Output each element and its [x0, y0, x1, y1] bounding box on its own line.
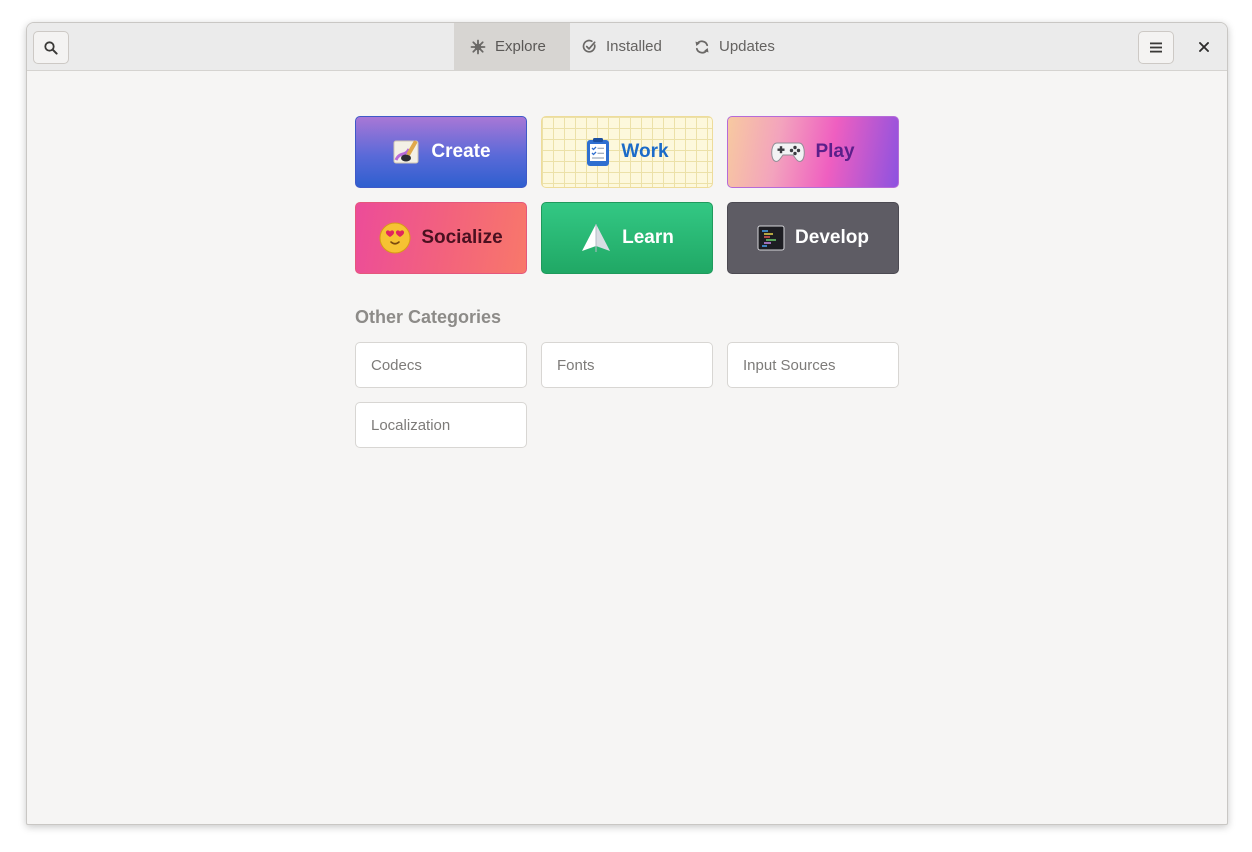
category-tile-develop[interactable]: Develop [727, 202, 899, 274]
paper-plane-icon [580, 222, 612, 254]
explore-page: Create Work Play Socialize Learn Develop… [27, 71, 1227, 824]
create-art-icon [391, 137, 421, 167]
software-window: Explore Installed Updates Create Work Pl… [26, 22, 1228, 825]
category-tile-work[interactable]: Work [541, 116, 713, 188]
category-tile-socialize-label: Socialize [421, 227, 503, 248]
tab-updates-label: Updates [719, 38, 775, 55]
clipboard-checklist-icon [585, 137, 611, 167]
category-tile-learn-label: Learn [622, 227, 674, 248]
category-tile-create[interactable]: Create [355, 116, 527, 188]
category-tile-learn[interactable]: Learn [541, 202, 713, 274]
close-button[interactable] [1188, 31, 1220, 63]
category-tile-play[interactable]: Play [727, 116, 899, 188]
view-switcher: Explore Installed Updates [454, 23, 790, 70]
category-tile-create-label: Create [431, 141, 491, 162]
category-button-label: Input Sources [743, 356, 836, 374]
close-icon [1199, 42, 1209, 52]
category-button-codecs[interactable]: Codecs [355, 342, 527, 388]
check-circle-icon [582, 39, 597, 54]
tab-installed[interactable]: Installed [570, 23, 682, 70]
category-tile-socialize[interactable]: Socialize [355, 202, 527, 274]
header-bar: Explore Installed Updates [27, 23, 1227, 71]
category-button-label: Fonts [557, 356, 595, 374]
search-button[interactable] [33, 31, 69, 64]
category-button-label: Codecs [371, 356, 422, 374]
category-button-localization[interactable]: Localization [355, 402, 527, 448]
terminal-code-icon [757, 224, 785, 252]
tab-updates[interactable]: Updates [682, 23, 790, 70]
category-tile-develop-label: Develop [795, 227, 869, 248]
tab-explore-label: Explore [495, 38, 546, 55]
main-menu-button[interactable] [1138, 31, 1174, 64]
gamepad-icon [771, 139, 806, 165]
refresh-icon [694, 39, 710, 55]
category-tile-work-label: Work [621, 141, 669, 162]
heart-eyes-emoji-icon [379, 222, 411, 254]
hamburger-menu-icon [1150, 42, 1162, 53]
category-button-fonts[interactable]: Fonts [541, 342, 713, 388]
category-tile-play-label: Play [815, 141, 855, 162]
explore-icon [470, 39, 486, 55]
tab-installed-label: Installed [606, 38, 662, 55]
tab-explore[interactable]: Explore [454, 23, 570, 70]
category-button-label: Localization [371, 416, 451, 434]
category-button-input-sources[interactable]: Input Sources [727, 342, 899, 388]
other-categories-heading: Other Categories [355, 307, 502, 327]
search-icon [44, 40, 58, 55]
